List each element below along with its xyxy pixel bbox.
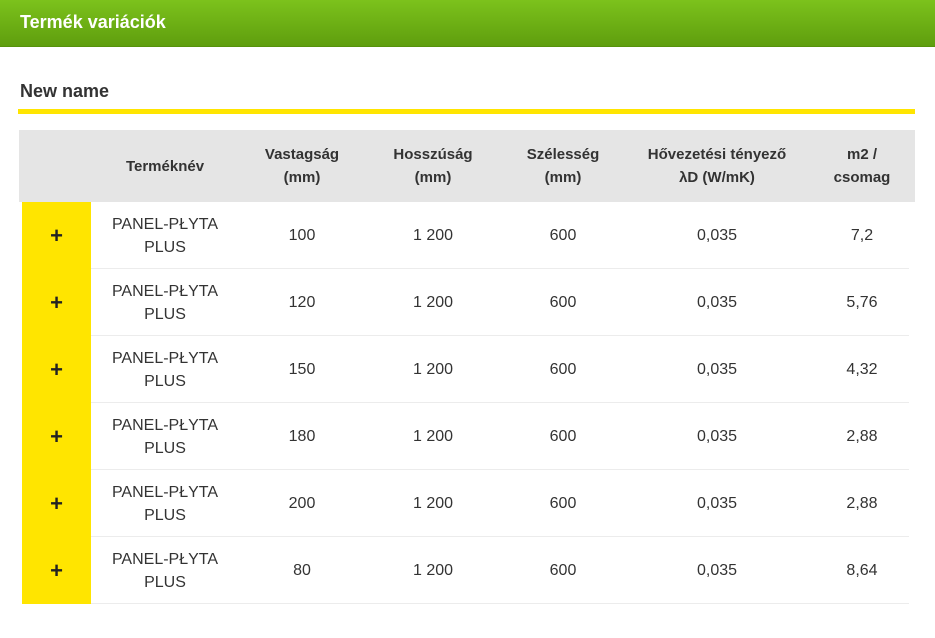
cell-m2-per-pack: 5,76 [846, 294, 878, 311]
product-variations-table: Terméknév Vastagság (mm) Hosszúság (mm) Sz… [19, 130, 915, 604]
page-header-bar: Termék variációk [0, 0, 935, 47]
cell-length: 1 200 [412, 294, 454, 311]
cell-thermal-conductivity: 0,035 [696, 361, 738, 378]
cell-thermal-conductivity: 0,035 [696, 562, 738, 579]
cell-product-name: PANEL-PŁYTA PLUS [111, 215, 219, 256]
table-row: + PANEL-PŁYTA PLUS 150 1 200 600 0,035 4,32 [19, 336, 915, 403]
cell-thermal-conductivity: 0,035 [696, 294, 738, 311]
column-header-name: Terméknév [125, 157, 205, 175]
cell-product-name: PANEL-PŁYTA PLUS [111, 483, 219, 524]
cell-width: 600 [549, 562, 577, 579]
cell-m2-per-pack: 8,64 [846, 562, 878, 579]
column-header-thermal-conductivity: Hővezetési tényező λD (W/mK) [647, 146, 787, 186]
cell-thermal-conductivity: 0,035 [696, 495, 738, 512]
cell-width: 600 [549, 294, 577, 311]
cell-thickness: 150 [288, 361, 316, 378]
cell-length: 1 200 [412, 361, 454, 378]
plus-icon: + [50, 423, 63, 449]
cell-width: 600 [549, 428, 577, 445]
expand-row-button[interactable]: + [22, 269, 91, 336]
cell-product-name: PANEL-PŁYTA PLUS [111, 349, 219, 390]
expand-row-button[interactable]: + [22, 537, 91, 604]
table-body: + PANEL-PŁYTA PLUS 100 1 200 600 0,035 7,2 + PANE… [19, 202, 915, 604]
cell-thermal-conductivity: 0,035 [696, 227, 738, 244]
cell-width: 600 [549, 227, 577, 244]
page-title: Termék variációk [20, 12, 166, 32]
expand-row-button[interactable]: + [22, 470, 91, 537]
expand-row-button[interactable]: + [22, 403, 91, 470]
section-divider [18, 109, 915, 114]
table-row: + PANEL-PŁYTA PLUS 200 1 200 600 0,035 2,88 [19, 470, 915, 537]
plus-icon: + [50, 490, 63, 516]
table-row: + PANEL-PŁYTA PLUS 180 1 200 600 0,035 2,88 [19, 403, 915, 470]
cell-width: 600 [549, 361, 577, 378]
cell-thickness: 200 [288, 495, 316, 512]
cell-width: 600 [549, 495, 577, 512]
cell-thickness: 100 [288, 227, 316, 244]
cell-product-name: PANEL-PŁYTA PLUS [111, 550, 219, 591]
table-row: + PANEL-PŁYTA PLUS 120 1 200 600 0,035 5,76 [19, 269, 915, 336]
table-row: + PANEL-PŁYTA PLUS 80 1 200 600 0,035 8,64 [19, 537, 915, 604]
cell-length: 1 200 [412, 562, 454, 579]
cell-thickness: 80 [293, 562, 311, 579]
table-row: + PANEL-PŁYTA PLUS 100 1 200 600 0,035 7,2 [19, 202, 915, 269]
cell-length: 1 200 [412, 227, 454, 244]
cell-product-name: PANEL-PŁYTA PLUS [111, 416, 219, 457]
cell-m2-per-pack: 2,88 [846, 495, 878, 512]
plus-icon: + [50, 289, 63, 315]
cell-length: 1 200 [412, 495, 454, 512]
plus-icon: + [50, 222, 63, 248]
cell-thermal-conductivity: 0,035 [696, 428, 738, 445]
section-title: New name [20, 81, 110, 101]
column-header-thickness: Vastagság (mm) [264, 146, 340, 186]
expand-row-button[interactable]: + [22, 336, 91, 403]
column-header-m2-per-pack: m2 /csomag [833, 146, 891, 186]
cell-thickness: 120 [288, 294, 316, 311]
plus-icon: + [50, 557, 63, 583]
plus-icon: + [50, 356, 63, 382]
cell-m2-per-pack: 4,32 [846, 361, 878, 378]
expand-row-button[interactable]: + [22, 202, 91, 269]
cell-m2-per-pack: 7,2 [850, 227, 874, 244]
cell-product-name: PANEL-PŁYTA PLUS [111, 282, 219, 323]
cell-m2-per-pack: 2,88 [846, 428, 878, 445]
table-header: Terméknév Vastagság (mm) Hosszúság (mm) Sz… [19, 130, 915, 202]
cell-thickness: 180 [288, 428, 316, 445]
column-header-length: Hosszúság (mm) [393, 146, 473, 186]
column-header-width: Szélesség (mm) [526, 146, 600, 186]
cell-length: 1 200 [412, 428, 454, 445]
